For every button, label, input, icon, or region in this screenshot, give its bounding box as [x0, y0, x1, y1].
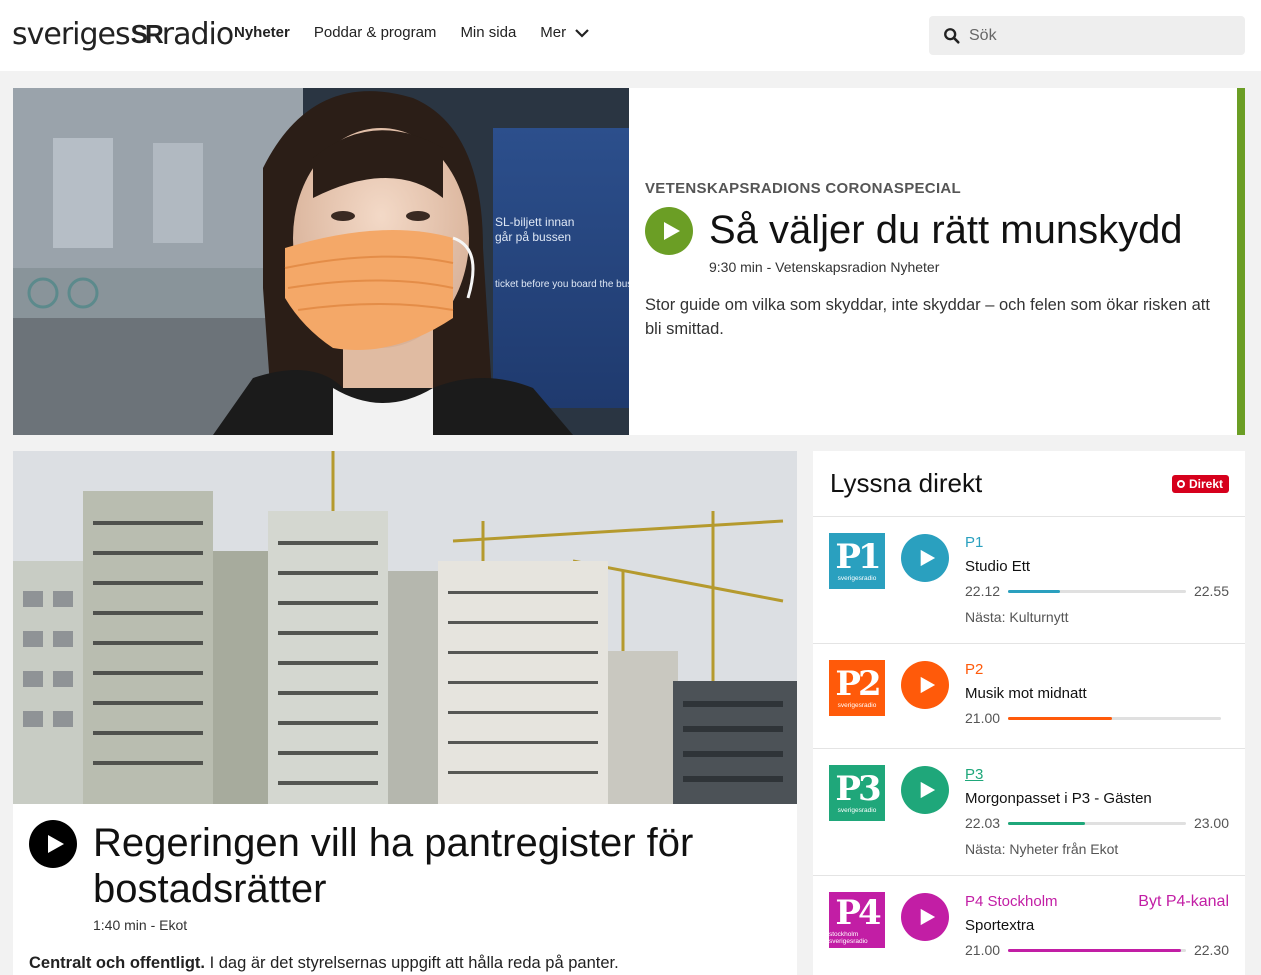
p1-logo[interactable]: P1 sverigesradio [829, 533, 885, 589]
p1-end-time: 22.55 [1193, 583, 1229, 599]
p2-progress: 21.00 [965, 710, 1229, 726]
p3-progress-bar [1008, 821, 1186, 825]
p2-start-time: 21.00 [965, 710, 1001, 726]
channel-row-p4: P4 stockholm sverigesradio P4 Stockholm … [813, 876, 1245, 975]
p2-progress-bar [1008, 716, 1221, 720]
p1-play-button[interactable] [901, 534, 949, 582]
article-image-apartment-buildings-cranes[interactable] [13, 451, 797, 804]
p1-channel-name[interactable]: P1 [965, 534, 983, 551]
hero-meta: 9:30 min - Vetenskapsradion Nyheter [709, 259, 940, 275]
p2-logo-text: P2 [835, 664, 881, 704]
p2-show-title[interactable]: Musik mot midnatt [965, 685, 1087, 702]
p1-progress-bar [1008, 589, 1186, 593]
p3-show-title[interactable]: Morgonpasset i P3 - Gästen [965, 790, 1152, 807]
p1-progress: 22.12 22.55 [965, 583, 1229, 599]
hero-title[interactable]: Så väljer du rätt munskydd [709, 207, 1183, 253]
article-meta: 1:40 min - Ekot [93, 917, 188, 933]
p1-logo-sub: sverigesradio [837, 575, 877, 582]
p1-start-time: 22.12 [965, 583, 1001, 599]
p2-channel-name[interactable]: P2 [965, 661, 983, 678]
hero-play-button[interactable] [645, 207, 693, 255]
change-p4-channel-button[interactable]: Byt P4-kanal [1138, 893, 1229, 911]
p3-progress: 22.03 23.00 [965, 815, 1229, 831]
p4-progress: 21.00 22.30 [965, 942, 1229, 958]
live-panel-title: Lyssna direkt [830, 468, 983, 498]
nav-item-poddar[interactable]: Poddar & program [314, 24, 437, 41]
logo-mark: SR [130, 18, 164, 49]
hero-teaser[interactable]: SL-biljett innan går på bussen ticket be… [13, 88, 1245, 435]
p4-start-time: 21.00 [965, 942, 1001, 958]
channel-row-p3: P3 sverigesradio P3 Morgonpasset i P3 - … [813, 749, 1245, 876]
article-lead-text: I dag är det styrelsernas uppgift att hå… [205, 954, 619, 972]
p3-logo[interactable]: P3 sverigesradio [829, 765, 885, 821]
hero-kicker: VETENSKAPSRADIONS CORONASPECIAL [645, 180, 962, 197]
p1-next: Nästa: Kulturnytt [965, 609, 1069, 625]
article-teaser[interactable]: Regeringen vill ha pantregister för bost… [13, 451, 797, 975]
logo-text-right: radio [161, 16, 234, 52]
channel-row-p2: P2 sverigesradio P2 Musik mot midnatt 21… [813, 644, 1245, 749]
live-badge: Direkt [1171, 475, 1229, 493]
main-nav: Nyheter Poddar & program Min sida Mer [234, 24, 590, 41]
p4-logo-text: P4 [835, 892, 881, 933]
p4-channel-name[interactable]: P4 Stockholm [965, 893, 1058, 910]
p3-end-time: 23.00 [1193, 815, 1229, 831]
p2-logo[interactable]: P2 sverigesradio [829, 660, 885, 716]
site-header: sveriges SR radio Nyheter Poddar & program… [0, 0, 1261, 71]
play-icon [920, 781, 936, 799]
article-lead-bold: Centralt och offentligt. [29, 954, 205, 972]
hero-description: Stor guide om vilka som skyddar, inte sk… [645, 296, 1210, 338]
hero-sign-text-2: går på bussen [495, 230, 571, 244]
p2-logo-sub: sverigesradio [837, 702, 877, 709]
hero-sign-text-1: SL-biljett innan [495, 215, 574, 229]
live-dot-icon [1176, 480, 1185, 488]
p4-logo-sub: stockholm sverigesradio [829, 930, 868, 945]
article-lead: Centralt och offentligt. I dag är det st… [29, 954, 619, 973]
live-badge-label: Direkt [1188, 477, 1223, 491]
article-play-button[interactable] [29, 820, 77, 868]
p4-progress-bar [1008, 948, 1186, 952]
search-input[interactable] [969, 26, 1229, 45]
nav-item-nyheter[interactable]: Nyheter [234, 24, 290, 41]
search-box[interactable] [929, 16, 1245, 55]
nav-item-mer[interactable]: Mer [540, 24, 590, 41]
logo-text-left: sveriges [12, 16, 131, 52]
p1-logo-text: P1 [835, 537, 881, 577]
p1-show-title[interactable]: Studio Ett [965, 558, 1030, 575]
search-icon [944, 27, 960, 44]
live-radio-panel: Lyssna direkt Direkt P1 sverigesradio P1… [813, 451, 1245, 975]
play-icon [920, 549, 936, 567]
play-icon [920, 908, 936, 926]
nav-item-min-sida[interactable]: Min sida [460, 24, 516, 41]
hero-image-woman-with-face-mask[interactable]: SL-biljett innan går på bussen ticket be… [13, 88, 629, 435]
play-icon [920, 676, 936, 694]
p4-logo[interactable]: P4 stockholm sverigesradio [829, 892, 885, 948]
p3-channel-name[interactable]: P3 [965, 766, 983, 783]
sveriges-radio-logo[interactable]: sveriges SR radio [12, 16, 234, 52]
nav-item-mer-label: Mer [540, 24, 567, 41]
p2-play-button[interactable] [901, 661, 949, 709]
p3-start-time: 22.03 [965, 815, 1001, 831]
p3-logo-sub: sverigesradio [837, 807, 877, 814]
chevron-down-icon [575, 28, 589, 38]
play-icon [664, 222, 680, 240]
hero-content: VETENSKAPSRADIONS CORONASPECIAL Så välje… [645, 180, 1230, 341]
p3-logo-text: P3 [835, 769, 881, 809]
article-title[interactable]: Regeringen vill ha pantregister för bost… [93, 820, 773, 912]
play-icon [48, 835, 64, 853]
p3-next: Nästa: Nyheter från Ekot [965, 841, 1119, 857]
hero-sign-text-3: ticket before you board the bus [495, 279, 629, 290]
channel-row-p1: P1 sverigesradio P1 Studio Ett 22.12 22.… [813, 517, 1245, 644]
p3-play-button[interactable] [901, 766, 949, 814]
p4-play-button[interactable] [901, 893, 949, 941]
p4-show-title[interactable]: Sportextra [965, 917, 1034, 934]
p4-end-time: 22.30 [1193, 942, 1229, 958]
